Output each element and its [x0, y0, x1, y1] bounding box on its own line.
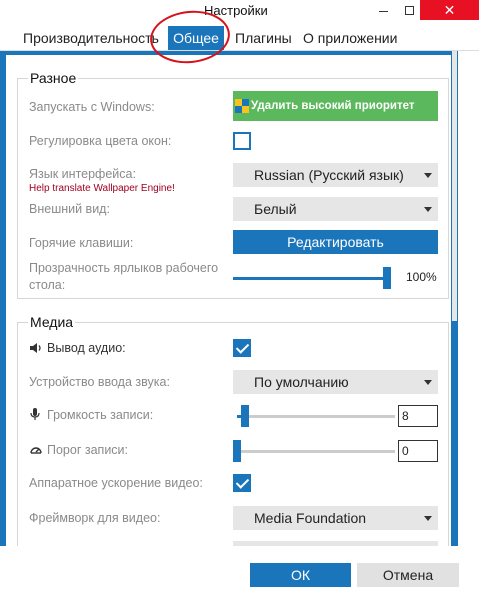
hw-acceleration-checkbox[interactable] [233, 474, 251, 492]
icon-opacity-label-line2: стола: [29, 278, 66, 292]
scrollbar-thumb[interactable] [452, 51, 457, 321]
remove-priority-button[interactable]: Удалить высокий приоритет [233, 91, 438, 121]
icon-opacity-label-line1: Прозрачность ярлыков рабочего [29, 261, 219, 275]
appearance-select-value: Белый [254, 201, 297, 217]
edit-hotkeys-button[interactable]: Редактировать [233, 230, 438, 254]
input-device-select[interactable]: По умолчанию [233, 370, 438, 394]
chevron-down-icon [424, 516, 432, 521]
media-group-title: Медиа [28, 314, 76, 330]
maximize-button[interactable] [398, 0, 420, 20]
slider-thumb[interactable] [383, 267, 391, 289]
tab-general[interactable]: Общее [168, 26, 224, 50]
tab-bar: Производительность Общее Плагины О прило… [0, 24, 479, 50]
appearance-label: Внешний вид: [29, 202, 110, 216]
tab-about[interactable]: О приложении [303, 30, 397, 46]
tab-plugins[interactable]: Плагины [235, 30, 292, 46]
minimize-icon [378, 10, 388, 12]
record-threshold-label: Порог записи: [47, 443, 129, 457]
tab-performance[interactable]: Производительность [23, 30, 159, 46]
language-label: Язык интерфейса: [29, 167, 136, 181]
cancel-button[interactable]: Отмена [357, 563, 459, 587]
chevron-down-icon [424, 380, 432, 385]
minimize-button[interactable] [372, 0, 394, 20]
remove-priority-label: Удалить высокий приоритет [251, 100, 415, 112]
record-volume-input[interactable]: 8 [398, 405, 438, 427]
appearance-select[interactable]: Белый [233, 197, 438, 221]
record-volume-label: Громкость записи: [47, 408, 154, 422]
hotkeys-label: Горячие клавиши: [29, 236, 134, 250]
ok-button[interactable]: ОК [250, 563, 351, 587]
video-framework-label: Фреймворк для видео: [29, 511, 161, 525]
close-button[interactable]: ✕ [420, 0, 479, 20]
maximize-icon [404, 5, 414, 15]
language-select-value: Russian (Русский язык) [254, 167, 404, 183]
accent-border-top [6, 51, 451, 55]
chevron-down-icon [424, 207, 432, 212]
start-with-windows-label: Запускать с Windows: [29, 100, 155, 114]
accent-border [0, 51, 6, 546]
audio-output-checkbox[interactable] [233, 339, 251, 357]
input-device-select-value: По умолчанию [254, 374, 349, 390]
gauge-icon [30, 447, 42, 454]
language-select[interactable]: Russian (Русский язык) [233, 163, 438, 187]
slider-thumb[interactable] [233, 440, 241, 462]
icon-opacity-slider[interactable] [233, 267, 391, 289]
microphone-icon [30, 408, 40, 420]
title-bar: Настройки ✕ [0, 0, 479, 22]
misc-group-title: Разное [28, 70, 79, 86]
video-framework-select-value: Media Foundation [254, 510, 367, 526]
record-threshold-slider[interactable] [233, 440, 395, 462]
help-translate-link[interactable]: Help translate Wallpaper Engine! [29, 183, 175, 194]
record-volume-slider[interactable] [237, 405, 395, 427]
settings-content: Разное Запускать с Windows: Удалить высо… [0, 50, 479, 546]
audio-output-label: Вывод аудио: [47, 341, 126, 355]
uac-shield-icon [235, 99, 249, 113]
window-color-label: Регулировка цвета окон: [29, 134, 172, 148]
record-threshold-input[interactable]: 0 [398, 440, 438, 462]
slider-fill [233, 277, 387, 280]
window-color-checkbox[interactable] [233, 132, 251, 150]
close-icon: ✕ [443, 1, 456, 18]
input-device-label: Устройство ввода звука: [29, 375, 170, 389]
speaker-icon [30, 343, 41, 353]
video-framework-select[interactable]: Media Foundation [233, 506, 438, 530]
dialog-footer: ОК Отмена [0, 546, 479, 608]
icon-opacity-value: 100% [406, 270, 437, 284]
hw-acceleration-label: Аппаратное ускорение видео: [29, 476, 203, 490]
window-title: Настройки [204, 3, 268, 18]
slider-thumb[interactable] [240, 405, 249, 427]
chevron-down-icon [424, 173, 432, 178]
